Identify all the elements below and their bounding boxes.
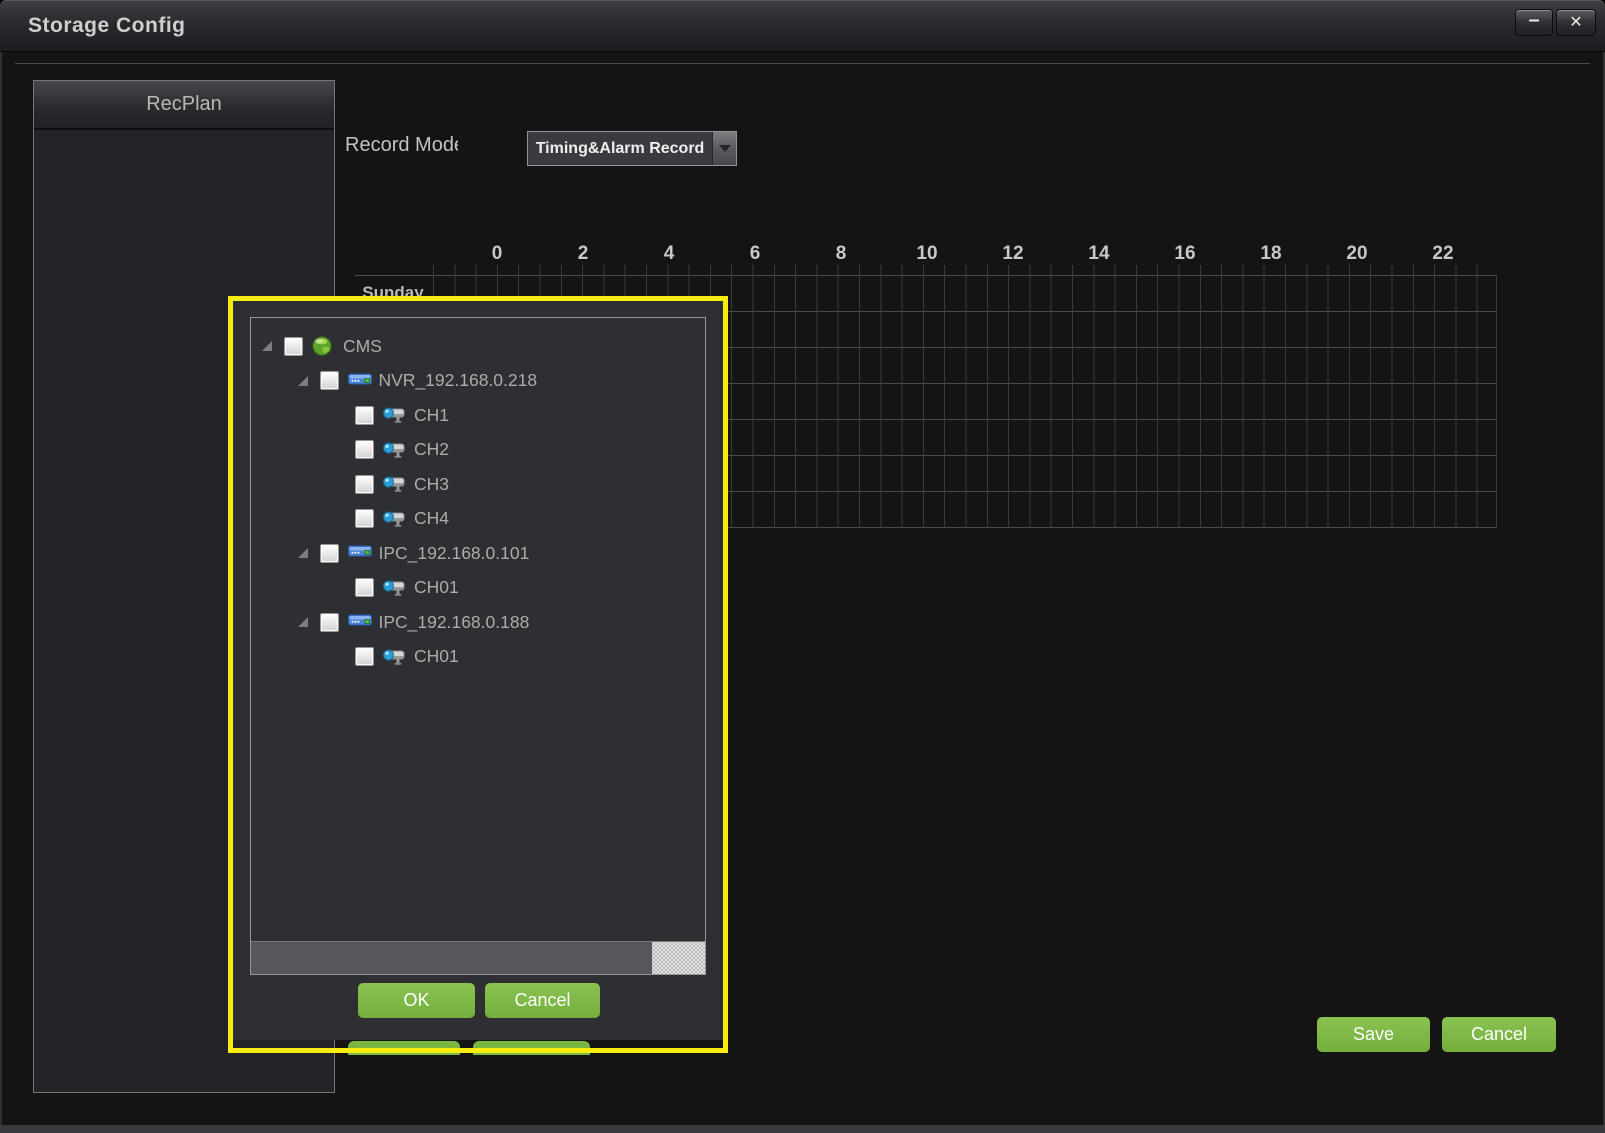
horizontal-scrollbar[interactable] (251, 941, 705, 974)
node-label: CH01 (414, 646, 459, 667)
tree-node-cms[interactable]: CMS (251, 329, 705, 364)
tree-node-ch2[interactable]: CH2 (251, 433, 705, 468)
expand-arrow-icon[interactable] (298, 376, 308, 386)
node-checkbox[interactable] (355, 509, 374, 528)
indent-spacer (333, 583, 343, 593)
node-label: CMS (343, 336, 382, 357)
node-checkbox[interactable] (355, 406, 374, 425)
cancel-button[interactable]: Cancel (1442, 1017, 1556, 1052)
node-checkbox[interactable] (355, 578, 374, 597)
node-label: CH4 (414, 508, 449, 529)
minimize-icon: – (1528, 9, 1539, 31)
titlebar: Storage Config – ✕ (0, 0, 1605, 52)
expand-arrow-icon[interactable] (262, 341, 272, 351)
node-checkbox[interactable] (320, 544, 339, 563)
tree-node-ch01[interactable]: CH01 (251, 640, 705, 675)
camera-icon (383, 405, 407, 425)
camera-icon (383, 647, 407, 667)
device-tree-panel: CMS NVR_192.168.0.218 CH1 CH2 CH3 CH4 IPC_192.… (250, 317, 706, 975)
record-mode-value: Timing&Alarm Record (528, 132, 712, 165)
node-label: CH2 (414, 439, 449, 460)
camera-icon (383, 440, 407, 460)
node-label: CH1 (414, 405, 449, 426)
tree-node-ch1[interactable]: CH1 (251, 398, 705, 433)
hour-label: 22 (1421, 243, 1465, 265)
tree-node-ipc_192.168.0.101[interactable]: IPC_192.168.0.101 (251, 536, 705, 571)
tree-node-ipc_192.168.0.188[interactable]: IPC_192.168.0.188 (251, 605, 705, 640)
hour-label: 18 (1249, 243, 1293, 265)
hour-label: 8 (819, 243, 863, 265)
indent-spacer (333, 652, 343, 662)
storage-config-window: Storage Config – ✕ RecPlan Record Mode T… (0, 0, 1605, 1133)
nvr-icon (348, 612, 372, 632)
partially-hidden-button[interactable] (473, 1041, 590, 1055)
node-label: CH01 (414, 577, 459, 598)
titlebar-separator (15, 63, 1590, 64)
camera-icon (383, 474, 407, 494)
globe-icon (312, 336, 336, 356)
hour-label: 20 (1335, 243, 1379, 265)
hour-label: 12 (991, 243, 1035, 265)
scrollbar-thumb[interactable] (652, 942, 705, 974)
record-mode-select[interactable]: Timing&Alarm Record (527, 131, 737, 166)
record-mode-label: Record Mode (345, 134, 458, 160)
node-checkbox[interactable] (320, 371, 339, 390)
camera-icon (383, 509, 407, 529)
tab-recplan[interactable]: RecPlan (34, 81, 334, 130)
minimize-button[interactable]: – (1515, 9, 1553, 36)
tree-node-ch4[interactable]: CH4 (251, 502, 705, 537)
hour-label: 6 (733, 243, 777, 265)
indent-spacer (333, 479, 343, 489)
nvr-icon (348, 543, 372, 563)
node-label: IPC_192.168.0.101 (379, 543, 530, 564)
tree-node-ch01[interactable]: CH01 (251, 571, 705, 606)
node-checkbox[interactable] (355, 647, 374, 666)
expand-arrow-icon[interactable] (298, 548, 308, 558)
indent-spacer (333, 514, 343, 524)
tree-node-nvr_192.168.0.218[interactable]: NVR_192.168.0.218 (251, 364, 705, 399)
hour-label: 14 (1077, 243, 1121, 265)
popup-cancel-button[interactable]: Cancel (485, 983, 600, 1018)
hour-label: 0 (475, 243, 519, 265)
node-label: CH3 (414, 474, 449, 495)
hour-label: 10 (905, 243, 949, 265)
popup-ok-button[interactable]: OK (358, 983, 475, 1018)
node-checkbox[interactable] (284, 337, 303, 356)
window-title: Storage Config (28, 1, 186, 51)
node-checkbox[interactable] (355, 440, 374, 459)
close-button[interactable]: ✕ (1556, 9, 1596, 36)
tree-node-ch3[interactable]: CH3 (251, 467, 705, 502)
node-label: IPC_192.168.0.188 (379, 612, 530, 633)
partially-hidden-button[interactable] (348, 1041, 460, 1055)
nvr-icon (348, 371, 372, 391)
node-checkbox[interactable] (355, 475, 374, 494)
hour-tick-strip (433, 265, 1497, 275)
indent-spacer (333, 410, 343, 420)
hour-label: 2 (561, 243, 605, 265)
hour-label: 4 (647, 243, 691, 265)
hour-label: 16 (1163, 243, 1207, 265)
camera-icon (383, 578, 407, 598)
device-tree-popup: CMS NVR_192.168.0.218 CH1 CH2 CH3 CH4 IPC_192.… (233, 301, 723, 1040)
save-button[interactable]: Save (1317, 1017, 1430, 1052)
device-tree: CMS NVR_192.168.0.218 CH1 CH2 CH3 CH4 IPC_192.… (251, 329, 705, 674)
node-checkbox[interactable] (320, 613, 339, 632)
node-label: NVR_192.168.0.218 (379, 370, 538, 391)
indent-spacer (333, 445, 343, 455)
close-icon: ✕ (1569, 14, 1582, 31)
expand-arrow-icon[interactable] (298, 617, 308, 627)
window-bottom-frame (0, 1125, 1605, 1133)
chevron-down-icon[interactable] (712, 132, 736, 165)
